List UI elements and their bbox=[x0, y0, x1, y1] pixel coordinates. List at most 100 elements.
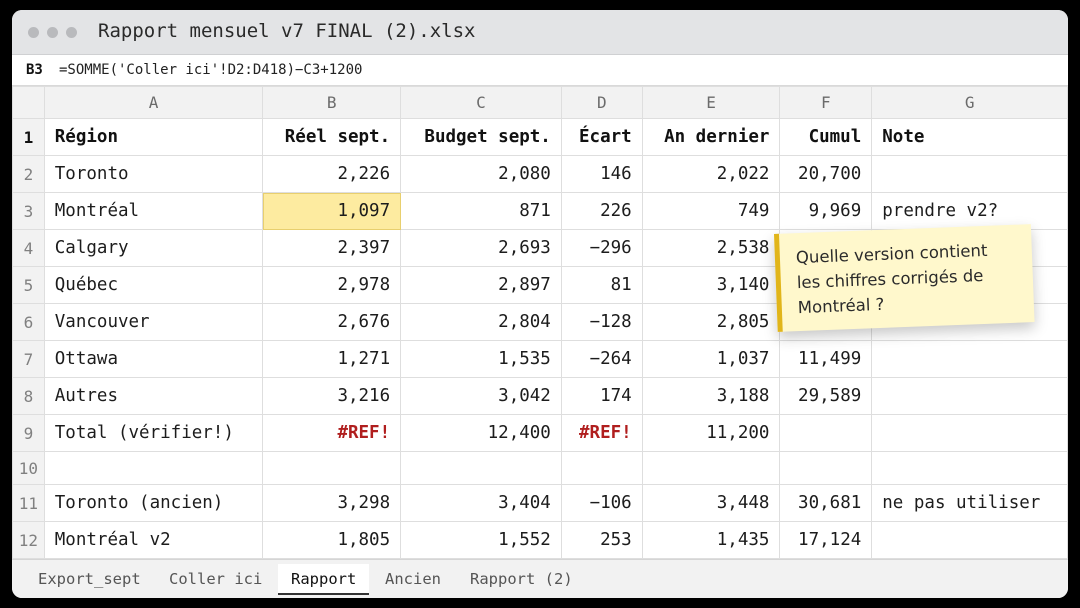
cell-g10[interactable] bbox=[871, 451, 1068, 485]
cell-e9[interactable]: 11,200 bbox=[641, 414, 781, 452]
cell-g3[interactable]: prendre v2? bbox=[871, 192, 1068, 230]
cell-b1[interactable]: Réel sept. bbox=[262, 118, 402, 156]
cell-a4[interactable]: Calgary bbox=[43, 229, 264, 267]
cell-d1[interactable]: Écart bbox=[560, 118, 643, 156]
cell-g9[interactable] bbox=[871, 414, 1068, 452]
cell-d5[interactable]: 81 bbox=[560, 266, 643, 304]
cell-e4[interactable]: 2,538 bbox=[641, 229, 781, 267]
row-header[interactable]: 3 bbox=[12, 192, 45, 230]
cell-a12[interactable]: Montréal v2 bbox=[43, 521, 264, 559]
cell-d7[interactable]: −264 bbox=[560, 340, 643, 378]
cell-e3[interactable]: 749 bbox=[641, 192, 781, 230]
cell-a1[interactable]: Région bbox=[43, 118, 264, 156]
cell-a3[interactable]: Montréal bbox=[43, 192, 264, 230]
row-header[interactable]: 4 bbox=[12, 229, 45, 267]
cell-e1[interactable]: An dernier bbox=[641, 118, 781, 156]
cell-b8[interactable]: 3,216 bbox=[262, 377, 402, 415]
cell-d4[interactable]: −296 bbox=[560, 229, 643, 267]
cell-a7[interactable]: Ottawa bbox=[43, 340, 264, 378]
column-header-f[interactable]: F bbox=[779, 86, 873, 119]
cell-a8[interactable]: Autres bbox=[43, 377, 264, 415]
sheet-tab-export-sept[interactable]: Export_sept bbox=[38, 570, 141, 588]
cell-a6[interactable]: Vancouver bbox=[43, 303, 264, 341]
cell-c9[interactable]: 12,400 bbox=[400, 414, 562, 452]
formula-bar[interactable]: B3 =SOMME('Coller ici'!D2:D418)−C3+1200 bbox=[12, 55, 1068, 86]
minimize-window-button[interactable] bbox=[47, 27, 58, 38]
column-header-c[interactable]: C bbox=[400, 86, 562, 119]
row-header[interactable]: 1 bbox=[12, 118, 45, 156]
column-header-d[interactable]: D bbox=[560, 86, 643, 119]
sheet-tab-rapport[interactable]: Rapport bbox=[278, 564, 370, 595]
cell-g12[interactable] bbox=[871, 521, 1068, 559]
cell-a2[interactable]: Toronto bbox=[43, 155, 264, 193]
formula-input[interactable]: =SOMME('Coller ici'!D2:D418)−C3+1200 bbox=[59, 62, 362, 78]
cell-c12[interactable]: 1,552 bbox=[400, 521, 562, 559]
zoom-window-button[interactable] bbox=[66, 27, 77, 38]
cell-g7[interactable] bbox=[871, 340, 1068, 378]
cell-e8[interactable]: 3,188 bbox=[641, 377, 781, 415]
cell-b7[interactable]: 1,271 bbox=[262, 340, 402, 378]
cell-d6[interactable]: −128 bbox=[560, 303, 643, 341]
cell-c10[interactable] bbox=[400, 451, 562, 485]
cell-e5[interactable]: 3,140 bbox=[641, 266, 781, 304]
row-header[interactable]: 5 bbox=[12, 266, 45, 304]
cell-d9-error[interactable]: #REF! bbox=[560, 414, 643, 452]
cell-e10[interactable] bbox=[641, 451, 781, 485]
column-header-e[interactable]: E bbox=[641, 86, 781, 119]
close-window-button[interactable] bbox=[28, 27, 39, 38]
cell-g8[interactable] bbox=[871, 377, 1068, 415]
sheet-tab-coller-ici[interactable]: Coller ici bbox=[169, 570, 262, 588]
row-header[interactable]: 8 bbox=[12, 377, 45, 415]
sheet-tab-rapport-2[interactable]: Rapport (2) bbox=[470, 570, 573, 588]
cell-f1[interactable]: Cumul bbox=[779, 118, 873, 156]
cell-g1[interactable]: Note bbox=[871, 118, 1068, 156]
cell-c1[interactable]: Budget sept. bbox=[400, 118, 562, 156]
cell-b6[interactable]: 2,676 bbox=[262, 303, 402, 341]
cell-e2[interactable]: 2,022 bbox=[641, 155, 781, 193]
cell-d11[interactable]: −106 bbox=[560, 484, 643, 522]
cell-f9[interactable] bbox=[779, 414, 873, 452]
cell-f8[interactable]: 29,589 bbox=[779, 377, 873, 415]
cell-c3[interactable]: 871 bbox=[400, 192, 562, 230]
cell-a11[interactable]: Toronto (ancien) bbox=[43, 484, 264, 522]
cell-f2[interactable]: 20,700 bbox=[779, 155, 873, 193]
cell-f3[interactable]: 9,969 bbox=[779, 192, 873, 230]
cell-c6[interactable]: 2,804 bbox=[400, 303, 562, 341]
cell-d2[interactable]: 146 bbox=[560, 155, 643, 193]
cell-f7[interactable]: 11,499 bbox=[779, 340, 873, 378]
cell-f10[interactable] bbox=[779, 451, 873, 485]
cell-c11[interactable]: 3,404 bbox=[400, 484, 562, 522]
cell-f11[interactable]: 30,681 bbox=[779, 484, 873, 522]
row-header[interactable]: 12 bbox=[12, 521, 45, 559]
cell-d10[interactable] bbox=[560, 451, 643, 485]
cell-b11[interactable]: 3,298 bbox=[262, 484, 402, 522]
column-header-g[interactable]: G bbox=[871, 86, 1068, 119]
cell-c2[interactable]: 2,080 bbox=[400, 155, 562, 193]
cell-e11[interactable]: 3,448 bbox=[641, 484, 781, 522]
cell-a5[interactable]: Québec bbox=[43, 266, 264, 304]
cell-d8[interactable]: 174 bbox=[560, 377, 643, 415]
cell-g11[interactable]: ne pas utiliser bbox=[871, 484, 1068, 522]
column-header-a[interactable]: A bbox=[43, 86, 264, 119]
cell-e12[interactable]: 1,435 bbox=[641, 521, 781, 559]
row-header[interactable]: 10 bbox=[12, 451, 45, 485]
cell-d3[interactable]: 226 bbox=[560, 192, 643, 230]
cell-c7[interactable]: 1,535 bbox=[400, 340, 562, 378]
cell-b9-error[interactable]: #REF! bbox=[262, 414, 402, 452]
cell-a9[interactable]: Total (vérifier!) bbox=[43, 414, 264, 452]
cell-reference[interactable]: B3 bbox=[26, 62, 43, 78]
row-header[interactable]: 11 bbox=[12, 484, 45, 522]
cell-f12[interactable]: 17,124 bbox=[779, 521, 873, 559]
cell-g2[interactable] bbox=[871, 155, 1068, 193]
row-header[interactable]: 6 bbox=[12, 303, 45, 341]
select-all-corner[interactable] bbox=[12, 86, 45, 119]
column-header-b[interactable]: B bbox=[262, 86, 402, 119]
row-header[interactable]: 9 bbox=[12, 414, 45, 452]
row-header[interactable]: 2 bbox=[12, 155, 45, 193]
cell-b4[interactable]: 2,397 bbox=[262, 229, 402, 267]
cell-b12[interactable]: 1,805 bbox=[262, 521, 402, 559]
cell-c4[interactable]: 2,693 bbox=[400, 229, 562, 267]
cell-e6[interactable]: 2,805 bbox=[641, 303, 781, 341]
cell-d12[interactable]: 253 bbox=[560, 521, 643, 559]
cell-c8[interactable]: 3,042 bbox=[400, 377, 562, 415]
